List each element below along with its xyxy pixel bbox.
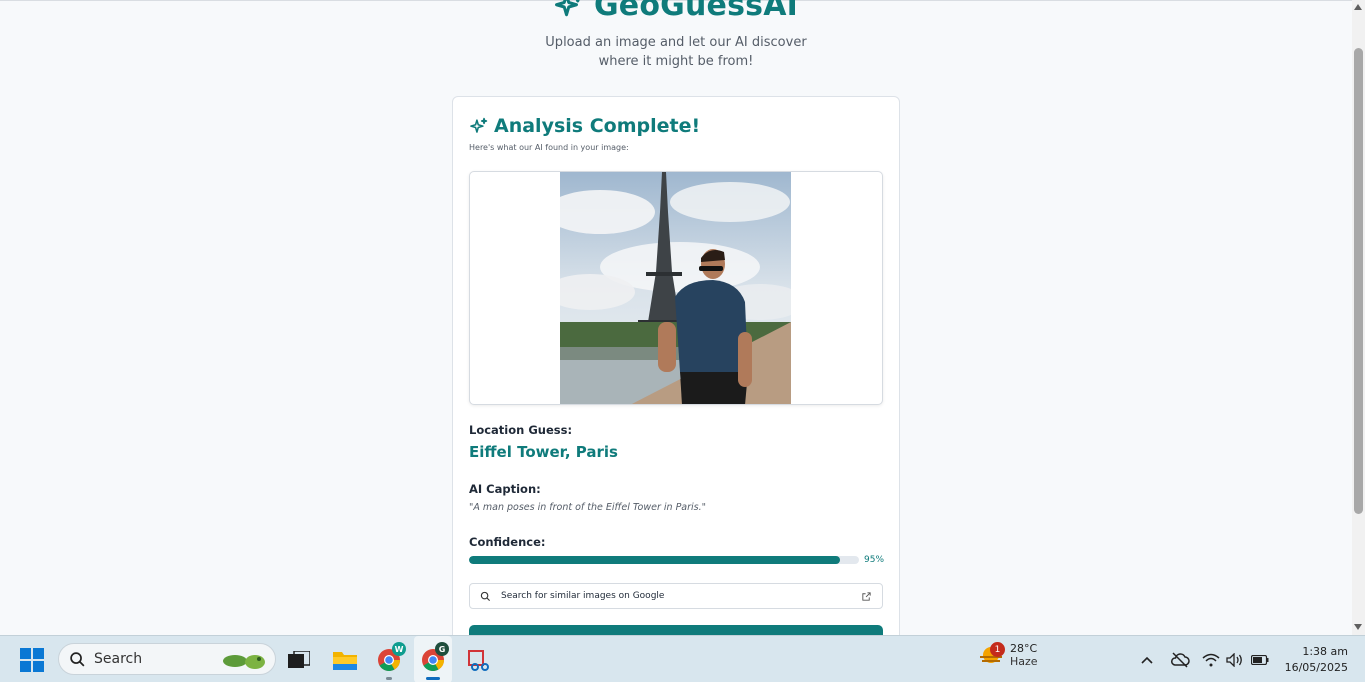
task-view-icon xyxy=(288,650,310,668)
location-label: Location Guess: xyxy=(469,423,573,437)
sparkles-icon xyxy=(554,0,580,16)
scroll-down-arrow[interactable] xyxy=(1354,624,1362,630)
confidence-percent: 95% xyxy=(864,555,885,565)
taskbar-search-placeholder: Search xyxy=(94,651,143,667)
task-view-button[interactable] xyxy=(281,636,317,682)
onedrive-status[interactable] xyxy=(1170,636,1190,682)
sparkles-icon xyxy=(470,117,488,133)
chrome-w-button[interactable]: W xyxy=(371,636,407,682)
scroll-thumb[interactable] xyxy=(1354,48,1363,514)
browser-viewport: GeoGuessAI Upload an image and let our A… xyxy=(0,0,1352,635)
result-subtitle: Here's what our AI found in your image: xyxy=(469,143,629,152)
clock-date: 16/05/2025 xyxy=(1284,661,1348,674)
weather-widget[interactable]: 1 28°C Haze xyxy=(978,642,1038,668)
network-status[interactable] xyxy=(1202,636,1220,682)
taskbar-search[interactable]: Search xyxy=(58,643,276,675)
search-highlight-icon xyxy=(223,655,265,669)
windows-logo-icon xyxy=(20,647,44,672)
volume-control[interactable] xyxy=(1226,636,1244,682)
search-similar-button[interactable]: Search for similar images on Google xyxy=(469,583,883,609)
scroll-up-arrow[interactable] xyxy=(1354,4,1362,10)
app-title: GeoGuessAI xyxy=(593,0,798,23)
uploaded-photo xyxy=(560,172,791,404)
clock-time: 1:38 am xyxy=(1302,645,1348,658)
start-button[interactable] xyxy=(18,636,46,682)
snipping-tool-button[interactable] xyxy=(460,636,496,682)
profile-badge-g: G xyxy=(435,642,449,656)
show-hidden-icons-button[interactable] xyxy=(1140,636,1154,682)
taskbar: Search W G 1 28°C Haze 1:38 am 16/05/202… xyxy=(0,635,1365,682)
profile-badge-w: W xyxy=(392,642,406,656)
file-explorer-button[interactable] xyxy=(327,636,363,682)
snipping-tool-icon xyxy=(468,649,489,671)
caption-value: "A man poses in front of the Eiffel Towe… xyxy=(469,502,707,513)
speaker-icon xyxy=(1226,652,1242,667)
weather-temperature: 28°C xyxy=(1010,642,1038,655)
search-icon xyxy=(480,591,491,601)
result-header: Analysis Complete! xyxy=(469,115,700,137)
uploaded-image-frame xyxy=(469,171,883,405)
brand-header: GeoGuessAI xyxy=(0,0,1352,23)
search-icon xyxy=(70,651,85,666)
confidence-label: Confidence: xyxy=(469,535,546,549)
battery-status[interactable] xyxy=(1251,636,1269,682)
weather-condition: Haze xyxy=(1010,655,1038,668)
active-indicator xyxy=(426,677,440,680)
caption-label: AI Caption: xyxy=(469,482,541,496)
result-title: Analysis Complete! xyxy=(494,115,701,137)
result-card: Analysis Complete! Here's what our AI fo… xyxy=(452,96,900,635)
cloud-offline-icon xyxy=(1171,651,1190,668)
confidence-bar xyxy=(469,556,859,564)
system-clock[interactable]: 1:38 am 16/05/2025 xyxy=(1280,644,1348,676)
external-link-icon xyxy=(862,591,871,601)
wifi-icon xyxy=(1202,653,1220,666)
app-subtitle: Upload an image and let our AI discover … xyxy=(545,35,807,69)
vertical-scrollbar[interactable] xyxy=(1352,0,1365,635)
primary-action-button[interactable] xyxy=(469,625,883,635)
location-value: Eiffel Tower, Paris xyxy=(469,443,618,461)
chrome-g-button[interactable]: G xyxy=(414,636,452,682)
chevron-up-icon xyxy=(1141,656,1153,664)
open-indicator xyxy=(386,677,392,680)
search-similar-label: Search for similar images on Google xyxy=(501,591,665,601)
battery-icon xyxy=(1251,654,1269,665)
confidence-bar-fill xyxy=(469,556,840,564)
weather-badge: 1 xyxy=(990,642,1005,657)
folder-icon xyxy=(333,651,357,670)
